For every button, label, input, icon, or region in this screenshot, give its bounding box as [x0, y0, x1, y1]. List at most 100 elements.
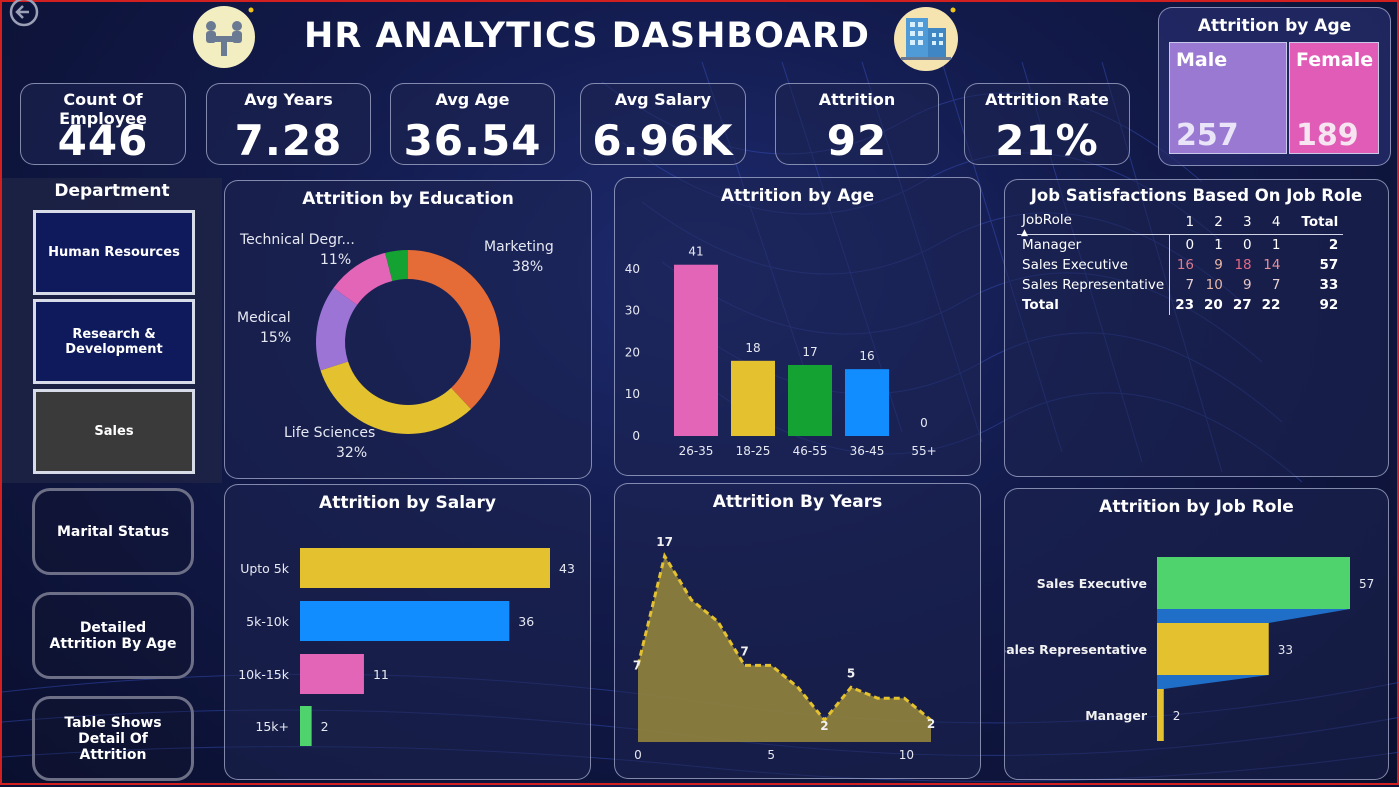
building-icon: [891, 4, 961, 72]
department-sales[interactable]: Sales: [33, 389, 195, 474]
age-bar: [845, 369, 889, 436]
column-header[interactable]: 3: [1228, 210, 1257, 235]
data-label: 2: [820, 719, 828, 733]
table-cell: 22: [1261, 297, 1281, 313]
salary-bar: [300, 548, 550, 588]
detailed-attrition-label: Detailed Attrition By Age: [49, 619, 177, 652]
data-label: 43: [559, 561, 575, 576]
column-header[interactable]: Total: [1285, 210, 1343, 235]
job-satisfaction-title: Job Satisfactions Based On Job Role: [1030, 186, 1363, 205]
x-tick-label: 26-35: [679, 444, 714, 458]
data-label: 7: [633, 658, 641, 672]
table-cell: 18: [1234, 257, 1252, 273]
column-header[interactable]: 2: [1199, 210, 1228, 235]
kpi-label: Avg Years: [244, 90, 333, 109]
table-cell: 27: [1232, 297, 1252, 313]
attrition-table-label: Table Shows Detail Of Attrition: [64, 714, 162, 763]
job-satisfaction-table: JobRole ▲ 1 2 3 4 Total Manager 0 1 0 1 2…: [1017, 210, 1344, 315]
gender-card-title: Attrition by Age: [1197, 16, 1352, 36]
gender-attrition-card: Attrition by Age Male 257 Female 189: [1158, 7, 1391, 166]
back-arrow-icon[interactable]: [8, 0, 40, 28]
kpi-attrition-rate: Attrition Rate 21%: [964, 83, 1130, 165]
age-bar-chart: 0 10 20 30 40 41 26-35 18 18-25 17 46-55 16 36-45 0 55…: [625, 245, 937, 458]
data-label: 33: [1278, 643, 1293, 657]
y-tick-label: 30: [625, 304, 640, 318]
table-row: Sales Executive 16 9 18 14 57: [1017, 255, 1343, 275]
slice-category-label: Medical: [237, 310, 291, 326]
job-satisfaction-table-wrap: JobRole ▲ 1 2 3 4 Total Manager 0 1 0 1 2…: [1017, 210, 1344, 315]
years-chart-card: Attrition By Years 7 17 7 2 5 2 0 5 10: [614, 483, 981, 779]
salary-bar: [300, 654, 364, 694]
meeting-icon: [191, 4, 257, 70]
salary-bar: [300, 601, 510, 641]
education-donut-chart: Marketing 38% Life Sciences 32% Medical 15% Te…: [237, 232, 554, 461]
table-cell: Sales Executive: [1017, 255, 1171, 275]
slice-category-label: Marketing: [484, 239, 554, 255]
department-item-label: Research & Development: [65, 326, 163, 357]
page-title: HR ANALYTICS DASHBOARD: [304, 16, 870, 56]
table-cell: Total: [1017, 295, 1171, 315]
table-total-row: Total 23 20 27 22 92: [1017, 295, 1343, 315]
kpi-label: Avg Age: [435, 90, 510, 109]
male-tile[interactable]: Male 257: [1169, 42, 1287, 154]
y-tick-label: 0: [632, 429, 640, 443]
kpi-value: 21%: [995, 116, 1099, 165]
data-label: 41: [688, 245, 703, 259]
department-item-label: Human Resources: [48, 245, 180, 260]
x-tick-label: 0: [634, 748, 642, 762]
table-cell: 0: [1185, 237, 1195, 253]
male-value: 257: [1176, 118, 1239, 153]
category-label: 15k+: [255, 719, 289, 734]
table-cell: Manager: [1017, 234, 1171, 255]
department-title: Department: [54, 181, 170, 201]
table-cell: 57: [1319, 257, 1339, 273]
marital-status-button[interactable]: Marital Status: [32, 488, 194, 575]
data-label: 0: [920, 416, 928, 430]
column-header[interactable]: 4: [1257, 210, 1286, 235]
female-tile[interactable]: Female 189: [1289, 42, 1379, 154]
slice-category-label: Life Sciences: [284, 425, 375, 441]
y-tick-label: 40: [625, 262, 640, 276]
column-header[interactable]: JobRole ▲: [1017, 210, 1170, 238]
kpi-value: 92: [826, 116, 888, 165]
kpi-value: 446: [57, 116, 149, 165]
table-cell: 92: [1319, 297, 1339, 313]
table-cell: 33: [1319, 277, 1339, 293]
category-label: Manager: [1085, 708, 1148, 723]
department-panel: Department Human Resources Research & De…: [2, 178, 222, 483]
slice-category-label: Technical Degr...: [239, 232, 355, 248]
kpi-label: Attrition Rate: [985, 90, 1109, 109]
age-bar: [674, 264, 718, 436]
y-tick-label: 20: [625, 345, 640, 359]
column-header[interactable]: 1: [1170, 210, 1199, 235]
attrition-table-button[interactable]: Table Shows Detail Of Attrition: [32, 696, 194, 781]
female-label: Female: [1296, 49, 1374, 71]
table-row: Sales Representative 7 10 9 7 33: [1017, 275, 1343, 295]
education-chart-card: Attrition by Education Marketing 38% Life …: [224, 180, 592, 479]
table-cell: 10: [1205, 277, 1223, 293]
job-satisfaction-card: Job Satisfactions Based On Job Role JobR…: [1004, 179, 1389, 477]
table-cell: 7: [1185, 277, 1195, 293]
category-label: 5k-10k: [246, 614, 290, 629]
table-cell: 20: [1204, 297, 1223, 313]
table-cell: 16: [1176, 257, 1195, 273]
jobrole-bar-chart: Sales Executive 57 Sales Representative 33 M…: [1005, 557, 1374, 741]
detailed-attrition-button[interactable]: Detailed Attrition By Age: [32, 592, 194, 679]
data-label: 2: [927, 717, 935, 731]
female-value: 189: [1296, 118, 1359, 153]
category-label: Sales Executive: [1037, 576, 1147, 591]
department-research-development[interactable]: Research & Development: [33, 299, 195, 384]
age-bar: [731, 360, 775, 436]
table-cell: 0: [1243, 237, 1252, 253]
data-label: 2: [1173, 709, 1181, 723]
table-cell: 1: [1214, 237, 1223, 253]
salary-chart-card: Attrition by Salary Upto 5k 43 5k-10k 36 10k…: [224, 484, 591, 780]
kpi-avg-salary: Avg Salary 6.96K: [580, 83, 746, 165]
table-header-row: JobRole ▲ 1 2 3 4 Total: [1017, 210, 1343, 238]
slice-percent-label: 38%: [512, 259, 543, 275]
data-label: 17: [656, 535, 673, 549]
jobrole-bar: [1157, 689, 1164, 741]
kpi-label: Avg Salary: [614, 90, 712, 109]
department-human-resources[interactable]: Human Resources: [33, 210, 195, 295]
jobrole-chart-card: Attrition by Job Role Sales Executive 57 S…: [1004, 488, 1389, 780]
